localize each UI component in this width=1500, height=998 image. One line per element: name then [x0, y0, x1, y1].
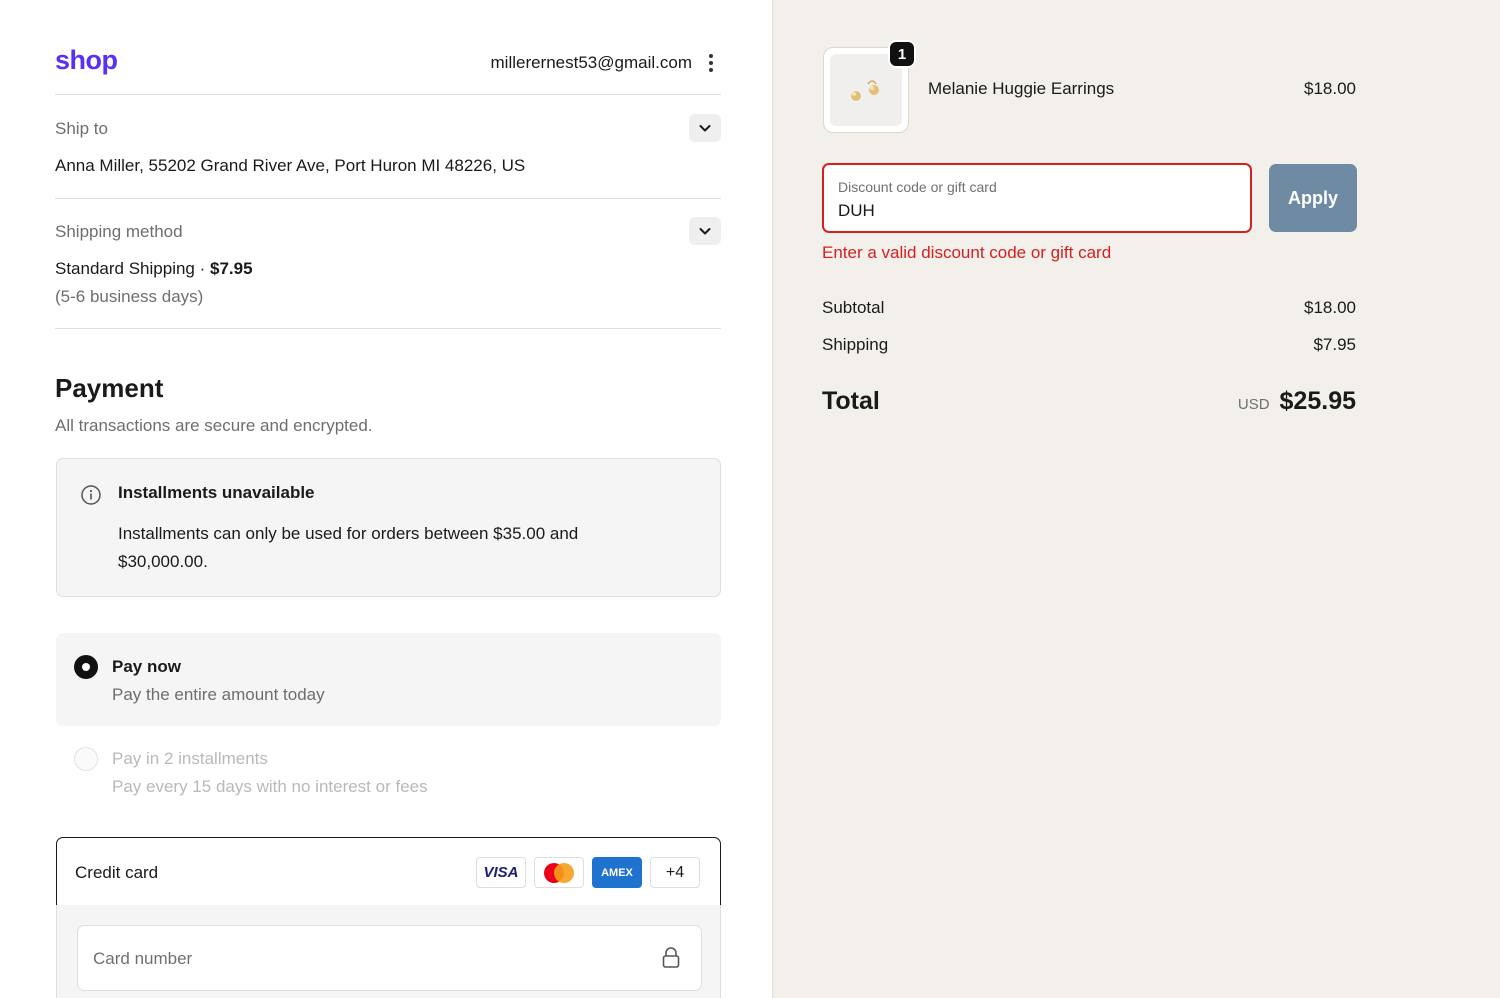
total-currency: USD: [1237, 396, 1270, 413]
visa-icon: VISA: [476, 857, 526, 888]
shipping-value: $7.95: [1313, 335, 1356, 354]
credit-card-label: Credit card: [75, 863, 159, 882]
shipping-label: Shipping: [822, 335, 889, 354]
shipping-method-name: Standard Shipping: [55, 259, 195, 278]
chevron-down-icon: [699, 228, 711, 235]
mastercard-icon: [534, 857, 584, 888]
pay-installments-title: Pay in 2 installments: [112, 749, 268, 768]
total-label: Total: [822, 387, 880, 415]
pay-now-subtitle: Pay the entire amount today: [112, 685, 325, 704]
order-summary-panel: [772, 0, 1500, 998]
ship-to-expand-button[interactable]: [689, 114, 721, 142]
shipping-method-price: $7.95: [210, 259, 253, 278]
shipping-method-separator: ·: [194, 259, 210, 278]
total-value: USD $25.95: [1238, 387, 1356, 416]
more-options-icon[interactable]: [703, 50, 719, 76]
lock-icon: [662, 947, 680, 968]
pay-now-radio[interactable]: [74, 655, 98, 679]
subtotal-value: $18.00: [1304, 298, 1356, 317]
shipping-method-eta: (5-6 business days): [55, 287, 204, 306]
payment-subtitle: All transactions are secure and encrypte…: [55, 416, 373, 435]
divider: [55, 328, 721, 329]
subtotal-label: Subtotal: [822, 298, 885, 317]
shipping-method-value: Standard Shipping · $7.95: [55, 259, 253, 279]
notice-body: Installments can only be used for orders…: [118, 524, 579, 571]
credit-card-option[interactable]: Credit card VISA AMEX +4: [56, 837, 721, 906]
pay-installments-subtitle: Pay every 15 days with no interest or fe…: [112, 777, 428, 796]
info-icon: [81, 485, 101, 505]
discount-code-label: Discount code or gift card: [838, 179, 997, 195]
chevron-down-icon: [699, 125, 711, 132]
product-price: $18.00: [1304, 79, 1356, 98]
payment-title: Payment: [55, 373, 164, 403]
card-number-input[interactable]: Card number: [77, 925, 702, 991]
shipping-method-expand-button[interactable]: [689, 217, 721, 245]
quantity-badge: 1: [888, 40, 916, 68]
card-brands: VISA AMEX +4: [476, 857, 700, 888]
shipping-method-label: Shipping method: [55, 222, 183, 241]
total-amount: $25.95: [1279, 387, 1356, 415]
pay-installments-radio: [74, 747, 98, 771]
ship-to-address: Anna Miller, 55202 Grand River Ave, Port…: [55, 156, 526, 175]
ship-to-label: Ship to: [55, 119, 108, 138]
divider: [55, 94, 721, 95]
divider: [55, 198, 721, 199]
more-brands-badge: +4: [650, 857, 700, 888]
discount-error-message: Enter a valid discount code or gift card: [822, 243, 1112, 262]
credit-card-form: Card number: [56, 905, 721, 998]
card-number-placeholder: Card number: [93, 949, 193, 968]
notice-title: Installments unavailable: [118, 483, 315, 502]
apply-discount-button[interactable]: Apply: [1269, 164, 1357, 232]
pay-now-title: Pay now: [112, 657, 181, 676]
product-name: Melanie Huggie Earrings: [928, 79, 1115, 98]
checkout-main-panel: shop millerernest53@gmail.com Ship to An…: [0, 0, 772, 998]
amex-icon: AMEX: [592, 857, 642, 888]
shop-logo[interactable]: shop: [55, 45, 118, 76]
installments-notice: Installments unavailable Installments ca…: [56, 458, 721, 597]
pay-now-option[interactable]: Pay now Pay the entire amount today: [56, 633, 721, 726]
discount-code-input[interactable]: [838, 201, 1228, 221]
account-email: millerernest53@gmail.com: [490, 53, 693, 72]
discount-code-field[interactable]: Discount code or gift card: [822, 163, 1252, 233]
